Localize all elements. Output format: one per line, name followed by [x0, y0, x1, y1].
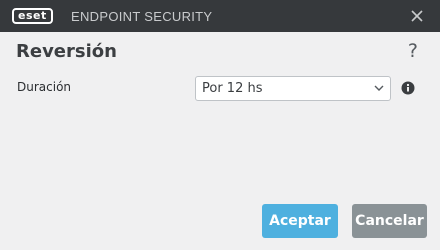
- close-button[interactable]: [408, 7, 426, 25]
- eset-logo: eset: [12, 8, 53, 24]
- close-icon: [411, 10, 423, 22]
- rollback-dialog: eset ENDPOINT SECURITY Reversión ? Durac…: [0, 0, 440, 250]
- info-icon: [401, 81, 415, 95]
- info-button[interactable]: [401, 81, 415, 95]
- eset-logo-badge: eset: [12, 8, 53, 24]
- title-bar: eset ENDPOINT SECURITY: [0, 0, 440, 32]
- product-name: ENDPOINT SECURITY: [71, 9, 213, 24]
- duration-select[interactable]: Por 12 hs: [195, 76, 391, 101]
- duration-label: Duración: [17, 80, 72, 94]
- help-button[interactable]: ?: [408, 40, 418, 62]
- cancel-button[interactable]: Cancelar: [352, 204, 427, 238]
- accept-button[interactable]: Aceptar: [262, 204, 338, 238]
- dialog-title: Reversión: [16, 41, 117, 62]
- duration-select-value: Por 12 hs: [202, 81, 263, 96]
- chevron-down-icon: [374, 85, 384, 91]
